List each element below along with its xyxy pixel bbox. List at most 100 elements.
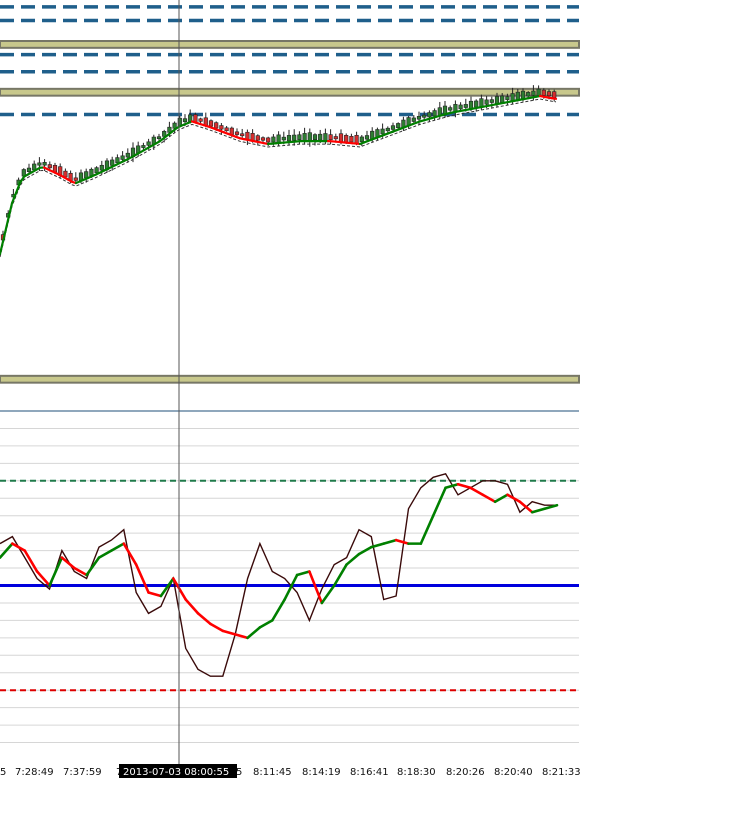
crosshair-time-label: 2013-07-03 08:00:55 bbox=[119, 764, 237, 778]
candle-body bbox=[99, 164, 104, 171]
x-tick-label: 8:11:45 bbox=[253, 767, 292, 778]
candle-body bbox=[214, 122, 219, 129]
x-tick-label: 8:16:41 bbox=[350, 767, 389, 778]
ma-line-segment bbox=[550, 97, 558, 100]
candle-body bbox=[250, 133, 255, 141]
candle-body bbox=[286, 135, 292, 142]
candle-body bbox=[302, 133, 307, 142]
candle-body bbox=[229, 127, 234, 135]
oscillator-slow-segment bbox=[48, 556, 64, 587]
candle-body bbox=[26, 167, 32, 172]
x-tick-label: 8:21:33 bbox=[542, 767, 581, 778]
oscillator-slow-segment bbox=[444, 482, 460, 490]
oscillator-slow-segment bbox=[382, 538, 398, 545]
candle-body bbox=[500, 95, 505, 103]
candle-body bbox=[422, 114, 427, 118]
price-zone bbox=[0, 40, 580, 49]
candle-body bbox=[531, 90, 536, 96]
candle-body bbox=[115, 157, 120, 164]
ma-line-segment bbox=[2, 219, 10, 239]
price-zone bbox=[0, 87, 580, 97]
oscillator-slow-segment bbox=[431, 486, 447, 518]
candle-body bbox=[141, 145, 146, 148]
oscillator-fast-line bbox=[0, 472, 557, 677]
candle-body bbox=[219, 125, 224, 130]
oscillator-slow-segment bbox=[295, 570, 311, 577]
oscillator-slow-segment bbox=[258, 619, 274, 629]
candle-body bbox=[37, 162, 42, 166]
oscillator-panel[interactable] bbox=[0, 427, 579, 744]
oscillator-slow-segment bbox=[233, 633, 249, 640]
candle-body bbox=[536, 88, 541, 96]
candle-body bbox=[510, 93, 515, 102]
x-tick-label: 7:37:59 bbox=[63, 767, 102, 778]
oscillator-slow-segment bbox=[85, 556, 101, 577]
candle-body bbox=[47, 164, 52, 169]
candle-body bbox=[359, 136, 364, 142]
oscillator-slow-segment bbox=[110, 542, 126, 552]
candle-body bbox=[474, 100, 479, 108]
candle-body bbox=[255, 135, 260, 141]
candle-body bbox=[468, 100, 474, 110]
candle-body bbox=[427, 112, 432, 118]
price-panel[interactable] bbox=[0, 5, 580, 384]
candle-body bbox=[411, 117, 416, 122]
oscillator-slow-segment bbox=[147, 591, 163, 598]
chart-root: 57:28:497:37:597:58:11:458:14:198:16:418… bbox=[0, 0, 581, 778]
candle-body bbox=[234, 131, 240, 135]
candle-body bbox=[84, 171, 89, 179]
candle-body bbox=[110, 159, 115, 166]
candle-body bbox=[73, 177, 78, 181]
candle-body bbox=[312, 134, 318, 140]
candle-body bbox=[390, 125, 396, 130]
x-tick-label: 8:20:26 bbox=[446, 767, 485, 778]
candle-body bbox=[323, 133, 328, 142]
price-zone bbox=[0, 374, 580, 384]
candle-body bbox=[349, 136, 354, 143]
oscillator-slow-segment bbox=[419, 514, 435, 545]
x-tick-label: 8:18:30 bbox=[397, 767, 436, 778]
candle-body bbox=[240, 133, 245, 137]
candle-body bbox=[328, 134, 333, 141]
candle-body bbox=[458, 104, 463, 110]
ma-signal-line bbox=[0, 98, 557, 258]
candle-body bbox=[552, 91, 557, 98]
candle-body bbox=[541, 89, 546, 96]
candle-body bbox=[385, 127, 390, 132]
candle-body bbox=[344, 134, 349, 143]
x-tick-label: 7:28:49 bbox=[15, 767, 54, 778]
oscillator-slow-segment bbox=[11, 542, 27, 552]
candle-body bbox=[260, 137, 266, 141]
candle-body bbox=[333, 136, 338, 140]
oscillator-slow-segment bbox=[283, 573, 299, 601]
candle-body bbox=[281, 136, 286, 141]
oscillator-slow-segment bbox=[209, 622, 225, 633]
oscillator-slow-segment bbox=[97, 549, 113, 559]
candle-body bbox=[318, 133, 323, 141]
oscillator-slow-segment bbox=[60, 556, 76, 570]
oscillator-slow-segment bbox=[530, 507, 546, 514]
candle-body bbox=[125, 152, 130, 158]
candle-body bbox=[416, 116, 422, 120]
oscillator-slow-segment bbox=[246, 626, 262, 640]
oscillator-slow-segment bbox=[221, 629, 237, 636]
oscillator-slow-segment bbox=[320, 584, 336, 605]
candle-body bbox=[448, 107, 453, 111]
oscillator-slow-segment bbox=[308, 570, 324, 605]
x-tick-label: 8:20:40 bbox=[494, 767, 533, 778]
candle-body bbox=[292, 134, 297, 141]
candle-body bbox=[463, 104, 468, 108]
candle-body bbox=[156, 136, 162, 140]
oscillator-slow-segment bbox=[394, 538, 410, 545]
x-tick-label: 5 bbox=[0, 767, 6, 778]
candle-body bbox=[245, 131, 250, 140]
oscillator-slow-segment bbox=[456, 482, 472, 490]
candle-body bbox=[208, 120, 214, 127]
candle-body bbox=[198, 118, 203, 122]
candle-body bbox=[489, 99, 494, 103]
oscillator-slow-segment bbox=[196, 612, 212, 626]
candle-body bbox=[380, 128, 385, 135]
candle-body bbox=[266, 137, 271, 143]
candle-body bbox=[505, 96, 510, 100]
oscillator-slow-segment bbox=[134, 563, 150, 594]
